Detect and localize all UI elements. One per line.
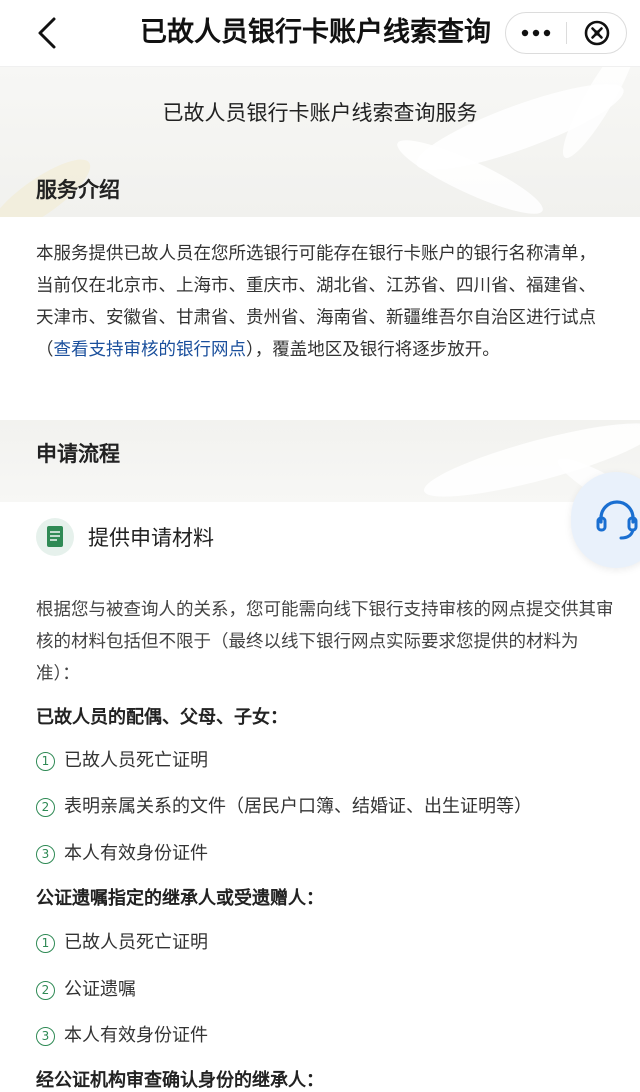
group-title-will-heirs: 公证遗嘱指定的继承人或受遗赠人： bbox=[36, 888, 324, 909]
nav-bar: 已故人员银行卡账户线索查询 bbox=[0, 0, 640, 67]
section-heading-intro: 服务介绍 bbox=[36, 178, 120, 202]
customer-service-button[interactable] bbox=[571, 472, 640, 568]
step-1-description: 根据您与被查询人的关系，您可能需向线下银行支持审核的网点提交供其审核的材料包括但… bbox=[36, 600, 614, 684]
number-badge: 3 bbox=[36, 1027, 55, 1046]
list-item-text: 本人有效身份证件 bbox=[64, 843, 208, 864]
number-badge: 2 bbox=[36, 798, 55, 817]
list-item-text: 公证遗嘱 bbox=[64, 979, 136, 1000]
more-dots-icon bbox=[521, 29, 551, 37]
list-item-text: 表明亲属关系的文件（居民户口簿、结婚证、出生证明等） bbox=[64, 796, 532, 817]
intro-text-part2: ），覆盖地区及银行将逐步放开。 bbox=[246, 340, 500, 360]
number-badge: 1 bbox=[36, 752, 55, 771]
group-title-notarized-heirs: 经公证机构审查确认身份的继承人： bbox=[36, 1070, 324, 1091]
banner-title: 已故人员银行卡账户线索查询服务 bbox=[162, 101, 478, 125]
number-badge: 3 bbox=[36, 845, 55, 864]
close-button[interactable] bbox=[567, 13, 627, 53]
process-band: 申请流程 bbox=[0, 420, 640, 502]
list-item-text: 已故人员死亡证明 bbox=[64, 932, 208, 953]
mini-program-capsule bbox=[505, 12, 627, 54]
supported-bank-branches-link[interactable]: 查看支持审核的银行网点 bbox=[54, 340, 247, 360]
group-title-spouse-parents-children: 已故人员的配偶、父母、子女： bbox=[36, 707, 288, 728]
list-item-text: 本人有效身份证件 bbox=[64, 1025, 208, 1046]
chevron-left-icon bbox=[38, 17, 56, 49]
number-badge: 1 bbox=[36, 934, 55, 953]
step-icon-circle bbox=[36, 518, 74, 556]
back-button[interactable] bbox=[30, 14, 64, 52]
section-heading-process: 申请流程 bbox=[36, 442, 120, 466]
close-circle-icon bbox=[584, 20, 610, 46]
more-button[interactable] bbox=[506, 13, 566, 53]
number-badge: 2 bbox=[36, 981, 55, 1000]
page-title: 已故人员银行卡账户线索查询 bbox=[140, 17, 491, 48]
intro-text: 本服务提供已故人员在您所选银行可能存在银行卡账户的银行名称清单，当前仅在北京市、… bbox=[36, 238, 610, 366]
step-1-title: 提供申请材料 bbox=[88, 526, 214, 550]
headset-icon bbox=[596, 500, 638, 540]
document-icon bbox=[47, 526, 63, 547]
list-item-text: 已故人员死亡证明 bbox=[64, 750, 208, 771]
